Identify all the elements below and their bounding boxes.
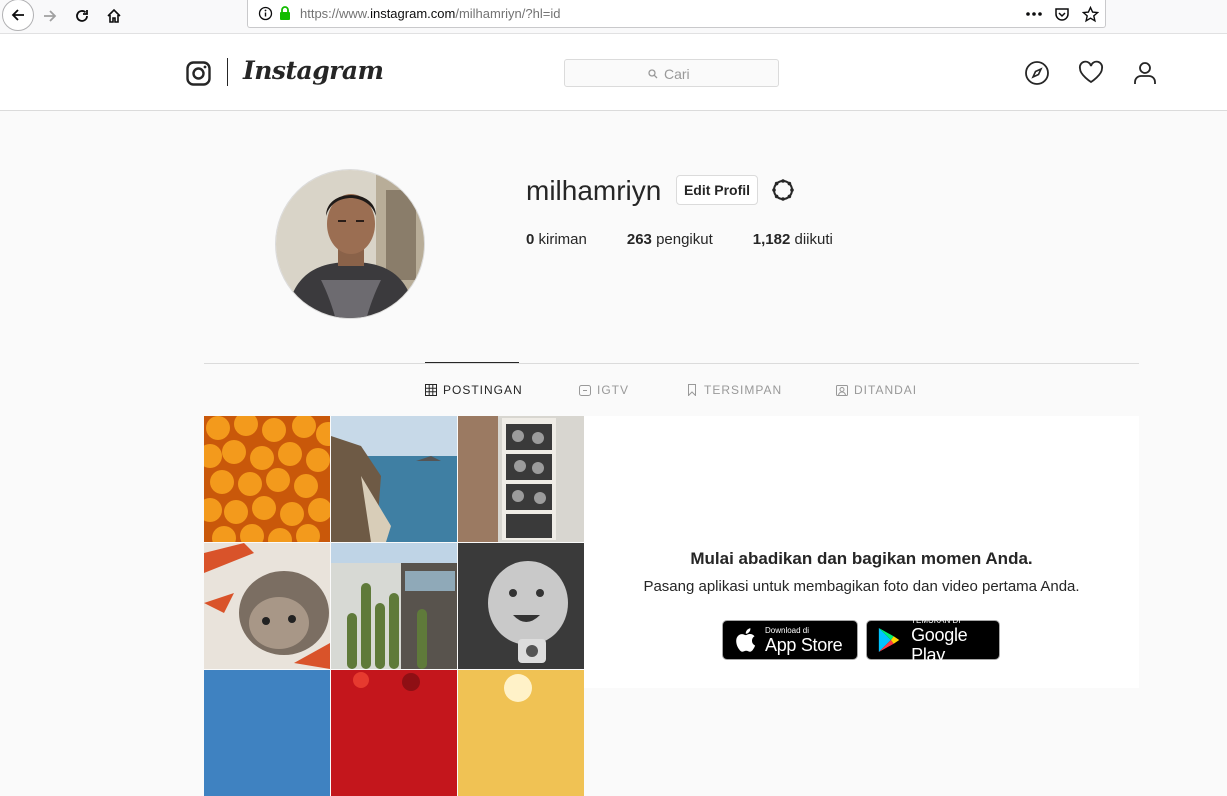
following-stat[interactable]: 1,182 diikuti [753,231,833,248]
tab-igtv-label: IGTV [597,383,630,397]
tab-postingan-label: POSTINGAN [443,383,523,397]
app-store-button[interactable]: Download di App Store [722,620,858,660]
profile-avatar[interactable] [275,169,425,319]
reload-button[interactable] [69,3,95,29]
address-bar[interactable]: https://www.instagram.com/milhamriyn/?hl… [247,0,1106,28]
bookmark-star-button[interactable] [1081,5,1099,23]
igtv-icon [579,385,591,396]
tab-ditandai[interactable]: DITANDAI [836,383,917,397]
back-button[interactable] [2,0,34,31]
following-label: diikuti [794,231,833,248]
sample-photo-coast [331,416,457,542]
apple-icon [736,628,756,652]
google-play-small-label: TEMUKAN DI [911,615,961,625]
pocket-icon [1055,8,1069,21]
url-domain: instagram.com [370,6,456,21]
sample-photo-cactus [331,543,457,669]
instagram-logo-icon[interactable] [186,61,211,86]
followers-count: 263 [626,231,652,248]
home-icon [107,8,121,23]
tabs-divider [204,363,1139,364]
activity-heart-icon[interactable] [1078,60,1104,86]
tab-tersimpan[interactable]: TERSIMPAN [686,383,782,397]
star-icon [1081,5,1099,22]
browser-toolbar: https://www.instagram.com/milhamriyn/?hl… [0,0,1227,34]
followers-label: pengikut [656,231,713,248]
bookmark-icon [688,384,696,396]
sample-photo-grid [204,416,584,796]
grid-icon [425,384,437,396]
posts-stat: 0 kiriman [526,231,587,248]
url-prefix: https://www. [300,6,371,21]
sample-photo-sky [204,670,330,796]
empty-state-panel: Mulai abadikan dan bagikan momen Anda. P… [584,416,1139,688]
instagram-wordmark[interactable]: Instagram [243,56,384,85]
logo-divider [227,58,228,86]
sample-photo-food [458,670,584,796]
url-path: /milhamriyn/?hl=id [455,6,561,21]
info-icon[interactable] [258,6,273,21]
pocket-button[interactable] [1053,5,1071,23]
google-play-button[interactable]: TEMUKAN DI Google Play [866,616,1000,665]
following-count: 1,182 [752,231,791,248]
instagram-header: Instagram Cari [0,34,1227,111]
google-play-big-label: Google Play [911,624,968,665]
forward-button[interactable] [37,3,63,29]
sample-photo-oranges [204,416,330,542]
profile-user-icon[interactable] [1132,60,1158,86]
empty-state-subtitle: Pasang aplikasi untuk membagikan foto da… [643,578,1080,595]
search-input[interactable]: Cari [564,59,779,87]
edit-profile-button[interactable]: Edit Profil [676,175,758,205]
profile-username: milhamriyn [526,175,662,206]
active-tab-indicator [425,362,519,363]
tab-postingan[interactable]: POSTINGAN [425,383,523,397]
tagged-icon [836,385,848,396]
page-actions-button[interactable] [1025,5,1043,23]
app-store-big-label: App Store [765,634,843,655]
more-dots-icon [1026,12,1042,16]
sample-photo-flowers [331,670,457,796]
url-text[interactable]: https://www.instagram.com/milhamriyn/?hl… [300,6,560,21]
avatar-photo [276,170,424,318]
followers-stat[interactable]: 263 pengikut [627,231,713,248]
home-button[interactable] [101,3,127,29]
search-placeholder: Cari [664,66,690,82]
explore-compass-icon[interactable] [1024,60,1050,86]
empty-state-title: Mulai abadikan dan bagikan momen Anda. [690,549,1033,568]
lock-icon [280,6,290,20]
sample-photo-photobooth [458,416,584,542]
tab-tersimpan-label: TERSIMPAN [704,383,783,397]
app-store-small-label: Download di [765,625,810,635]
arrow-right-icon [44,10,57,22]
sample-photo-baby [458,543,584,669]
posts-label: kiriman [538,231,587,248]
profile-stats: 0 kiriman 263 pengikut 1,182 diikuti [526,231,873,248]
sample-photo-dog [204,543,330,669]
google-play-icon [878,627,900,653]
tab-igtv[interactable]: IGTV [579,383,629,397]
posts-count: 0 [526,231,535,248]
settings-gear-icon[interactable] [770,177,796,203]
search-icon [648,69,658,79]
arrow-left-icon [11,9,24,21]
reload-icon [76,10,88,22]
tab-ditandai-label: DITANDAI [854,383,918,397]
